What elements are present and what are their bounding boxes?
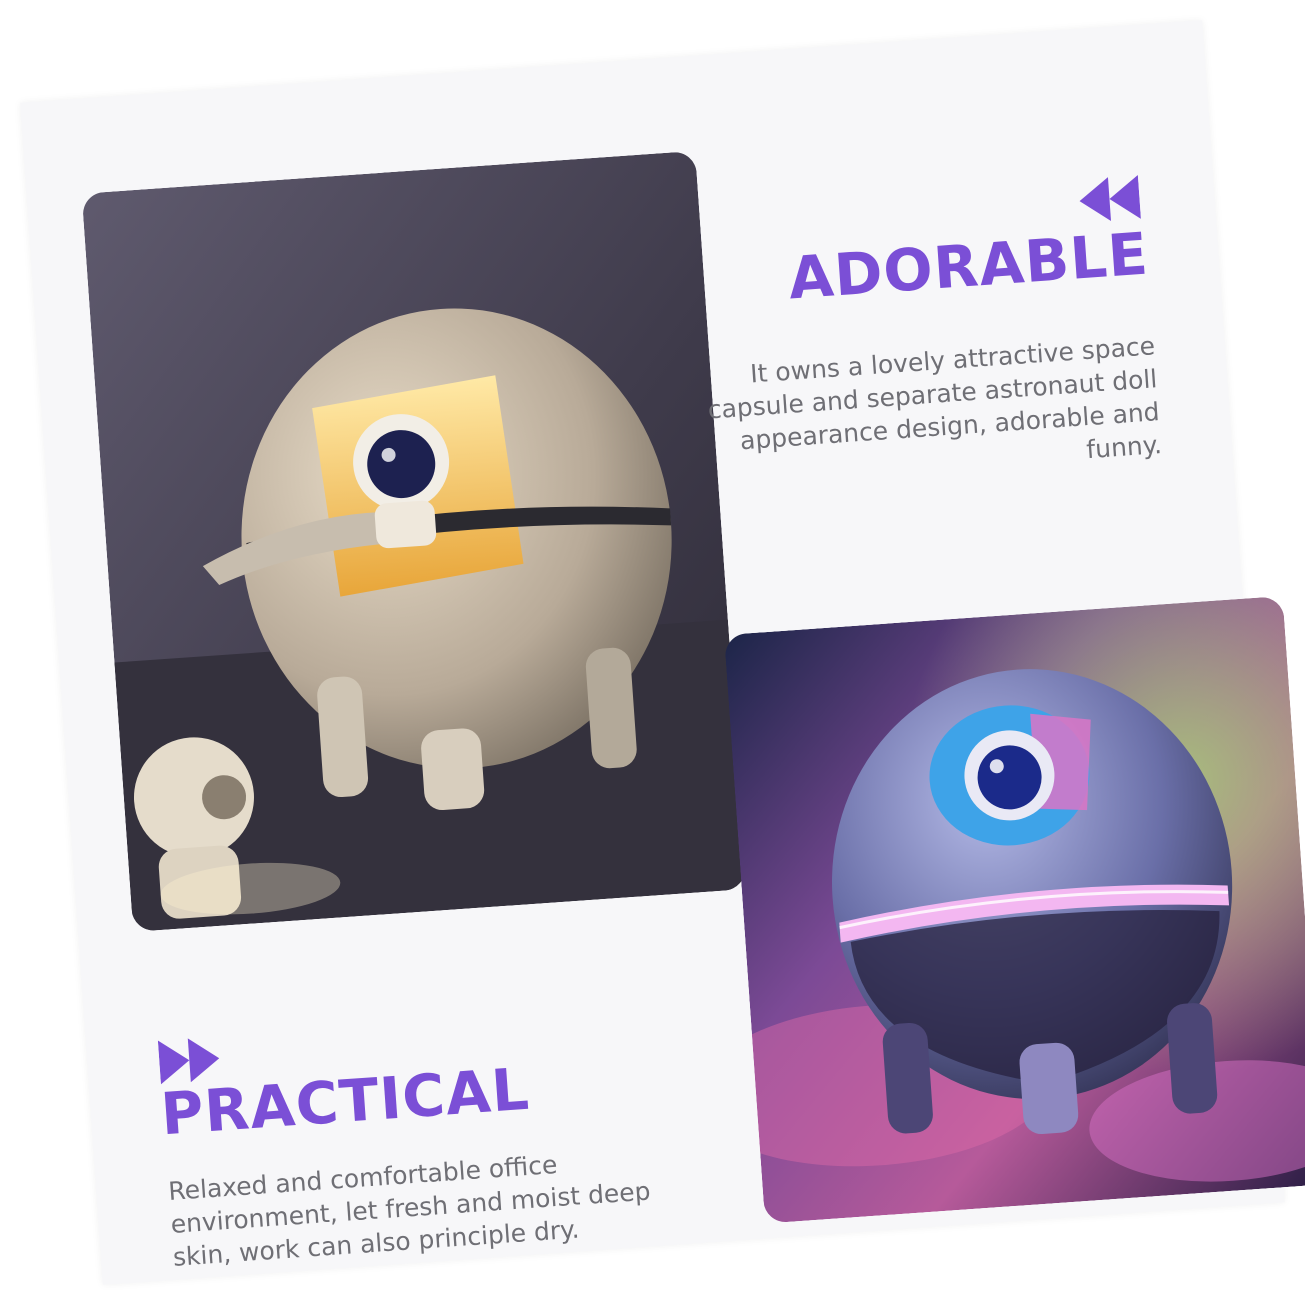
rewind-icon [1079,174,1141,221]
rgb-light-product-photo [723,595,1305,1224]
adorable-heading: ADORABLE [786,219,1151,313]
adorable-description: It owns a lovely attractive space capsul… [706,331,1163,465]
capsule-photo-warm [81,150,747,932]
warm-light-product-photo [81,150,747,932]
practical-description: Relaxed and comfortable office environme… [167,1149,652,1272]
product-feature-graphic: ADORABLE It owns a lovely attractive spa… [0,0,1305,1305]
feature-card: ADORABLE It owns a lovely attractive spa… [20,20,1305,1285]
capsule-photo-rgb [723,595,1305,1224]
